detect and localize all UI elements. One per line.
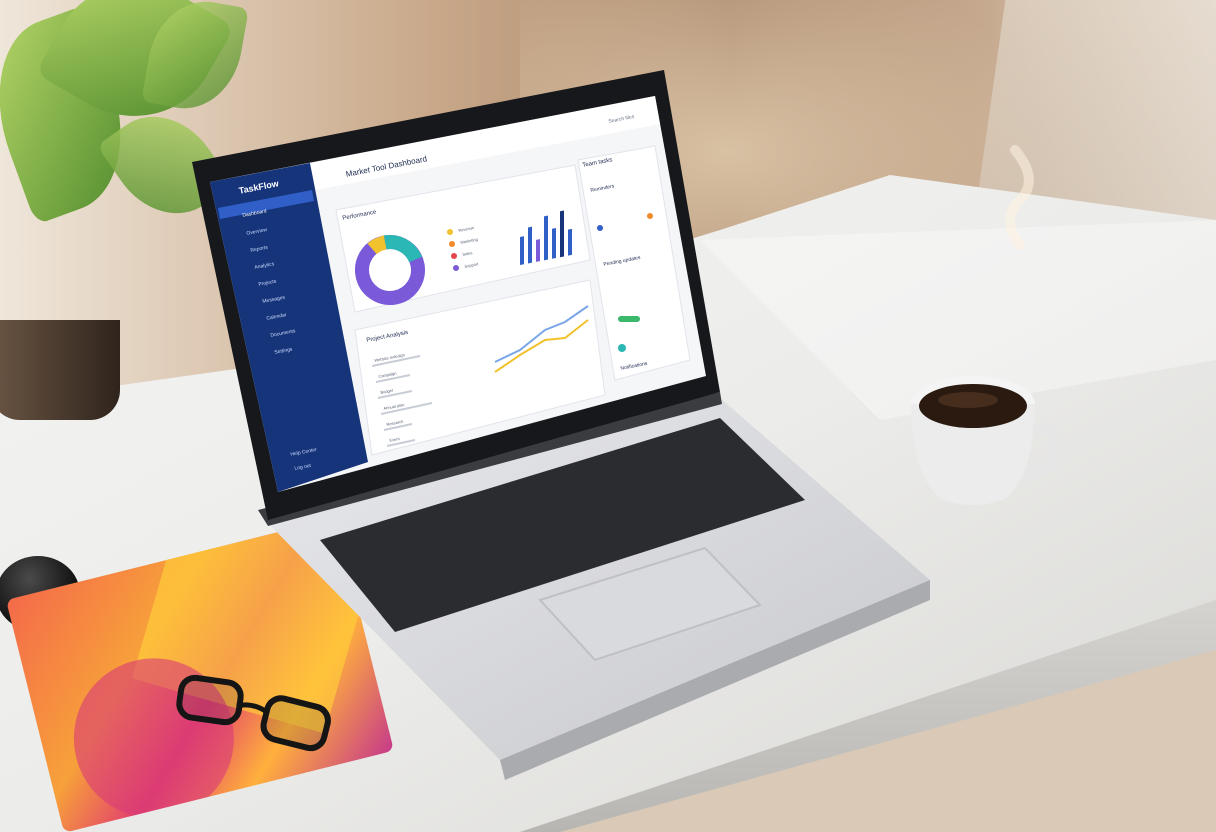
laptop-screen [210,96,706,492]
photo-scene: TaskFlow Market Tool Dashboard Search fi… [0,0,1216,832]
